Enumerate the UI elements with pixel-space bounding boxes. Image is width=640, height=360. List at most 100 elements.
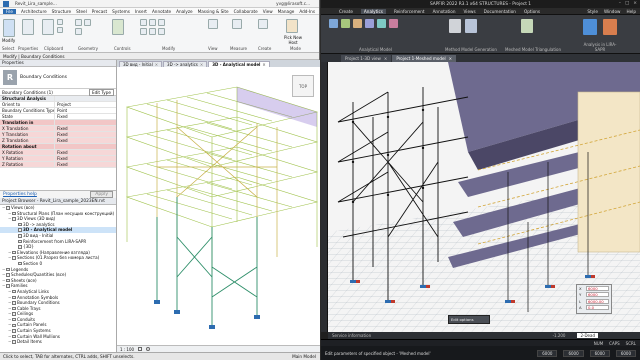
- status-model[interactable]: Main Model: [292, 354, 320, 359]
- menu-options[interactable]: Options: [524, 9, 540, 14]
- property-value[interactable]: Fixed: [55, 156, 116, 161]
- apply-button[interactable]: Apply: [90, 191, 113, 198]
- analytical-tool-icon[interactable]: [389, 19, 398, 28]
- tree-item[interactable]: − Sections (01.Разрез без номера листа): [0, 255, 116, 261]
- align-icon[interactable]: [140, 19, 147, 26]
- coord-x[interactable]: 6000: [586, 286, 609, 291]
- cut-geometry-icon[interactable]: [75, 28, 82, 35]
- coord-y[interactable]: 6000: [586, 292, 609, 298]
- menu-collaborate[interactable]: Collaborate: [234, 9, 258, 14]
- cope-icon[interactable]: [84, 19, 91, 26]
- menu-annotate[interactable]: Annotate: [152, 9, 171, 14]
- tree-item[interactable]: − Detail Items: [0, 339, 116, 345]
- properties-icon[interactable]: [22, 19, 34, 35]
- property-value[interactable]: Fixed: [55, 132, 116, 137]
- revit-3d-canvas[interactable]: TOP: [117, 67, 320, 345]
- load-case-field[interactable]: 2-Dead: [577, 333, 598, 338]
- paste-icon[interactable]: [42, 19, 54, 35]
- property-value[interactable]: [55, 96, 116, 101]
- property-value[interactable]: [55, 144, 116, 149]
- join-icon[interactable]: [75, 19, 82, 26]
- menu-architecture[interactable]: Architecture: [21, 9, 47, 14]
- sun-path-icon[interactable]: [146, 347, 151, 351]
- revit-user[interactable]: yvg@lirasoft.c...: [276, 1, 316, 6]
- group-select[interactable]: Select: [2, 46, 14, 51]
- menu-addins[interactable]: Add-Ins: [299, 9, 315, 14]
- num-field[interactable]: 6000: [563, 349, 584, 357]
- type-selector[interactable]: R Boundary Conditions: [0, 67, 116, 89]
- close-icon[interactable]: ×: [633, 1, 637, 6]
- revit-logo-icon[interactable]: [3, 0, 9, 7]
- view-icon[interactable]: [208, 19, 218, 29]
- service-info[interactable]: Service information: [332, 333, 371, 338]
- analytical-tool-icon[interactable]: [341, 19, 350, 28]
- menu-reinforcement[interactable]: Reinforcement: [394, 9, 425, 14]
- menu-steel[interactable]: Steel: [76, 9, 87, 14]
- create-icon[interactable]: [258, 19, 268, 29]
- analytical-tool-icon[interactable]: [329, 19, 338, 28]
- mesh-icon[interactable]: [449, 19, 461, 33]
- analytical-tool-icon[interactable]: [365, 19, 374, 28]
- menu-massing[interactable]: Massing & Site: [198, 9, 229, 14]
- menu-documentation[interactable]: Documentation: [484, 9, 516, 14]
- property-value[interactable]: Fixed: [55, 162, 116, 167]
- close-icon[interactable]: ×: [384, 56, 387, 61]
- trim-icon[interactable]: [158, 28, 165, 35]
- menu-help[interactable]: Help: [626, 9, 636, 14]
- copy-icon[interactable]: [57, 27, 63, 33]
- lira-export-icon[interactable]: [603, 19, 617, 35]
- minimize-icon[interactable]: –: [619, 1, 621, 6]
- visual-style-icon[interactable]: [138, 347, 143, 351]
- sapfir-left-toolbar[interactable]: [321, 62, 328, 332]
- menu-view[interactable]: View: [263, 9, 273, 14]
- property-value[interactable]: Project: [55, 102, 116, 107]
- property-value[interactable]: Fixed: [55, 114, 116, 119]
- property-row[interactable]: Z Rotation Fixed: [0, 162, 116, 168]
- coord-l[interactable]: 6000.00: [586, 298, 609, 304]
- pick-new-host-icon[interactable]: [286, 19, 298, 33]
- num-field[interactable]: 6000: [589, 349, 610, 357]
- menu-create[interactable]: Create: [339, 9, 353, 14]
- menu-analytics[interactable]: Analytics: [360, 8, 386, 14]
- menu-style[interactable]: Style: [587, 9, 598, 14]
- coordinate-input[interactable]: X 6000 Y 6000 L 6000.00 A 0.0: [576, 284, 612, 314]
- view-scale[interactable]: 1 : 100: [120, 347, 134, 352]
- tab-3d-view[interactable]: Project 1-3D view ×: [341, 55, 392, 62]
- modify-tool-icon[interactable]: [3, 19, 15, 37]
- analytical-tool-icon[interactable]: [377, 19, 386, 28]
- level-value[interactable]: -1.200: [553, 333, 566, 338]
- menu-insert[interactable]: Insert: [135, 9, 147, 14]
- property-value[interactable]: [55, 120, 116, 125]
- edit-type-button[interactable]: Edit Type: [88, 88, 114, 96]
- property-value[interactable]: Fixed: [55, 138, 116, 143]
- move-icon[interactable]: [140, 28, 147, 35]
- property-value[interactable]: Fixed: [55, 150, 116, 155]
- menu-structure[interactable]: Structure: [52, 9, 71, 14]
- cut-icon[interactable]: [57, 19, 63, 25]
- menu-systems[interactable]: Systems: [112, 9, 130, 14]
- triangulation-icon[interactable]: [521, 19, 533, 33]
- analytical-tool-icon[interactable]: [353, 19, 362, 28]
- activate-controls-icon[interactable]: [112, 19, 124, 35]
- menu-views[interactable]: Views: [464, 9, 476, 14]
- num-field[interactable]: 6000: [615, 349, 636, 357]
- maximize-icon[interactable]: □: [625, 1, 629, 6]
- property-value[interactable]: Fixed: [55, 126, 116, 131]
- menu-annotation[interactable]: Annotation: [433, 9, 456, 14]
- menu-file[interactable]: File: [3, 8, 17, 14]
- edit-options-panel[interactable]: Edit options: [448, 315, 490, 324]
- menu-analyze[interactable]: Analyze: [176, 9, 193, 14]
- offset-icon[interactable]: [149, 19, 156, 26]
- property-value[interactable]: Point: [55, 108, 116, 113]
- meshed-model-viewport[interactable]: X 6000 Y 6000 L 6000.00 A 0.0 Edit options: [328, 62, 640, 332]
- properties-help-link[interactable]: Properties help: [3, 192, 37, 197]
- menu-manage[interactable]: Manage: [278, 9, 295, 14]
- viewcube-icon[interactable]: TOP: [292, 75, 314, 97]
- measure-icon[interactable]: [232, 19, 242, 29]
- coord-a[interactable]: 0.0: [586, 305, 609, 311]
- properties-filter[interactable]: Boundary Conditions (1) Edit Type: [0, 88, 116, 96]
- rotate-icon[interactable]: [149, 28, 156, 35]
- tab-meshed-model[interactable]: Project 1-Meshed model ×: [392, 55, 457, 62]
- mirror-icon[interactable]: [158, 19, 165, 26]
- lira-export-icon[interactable]: [583, 19, 597, 35]
